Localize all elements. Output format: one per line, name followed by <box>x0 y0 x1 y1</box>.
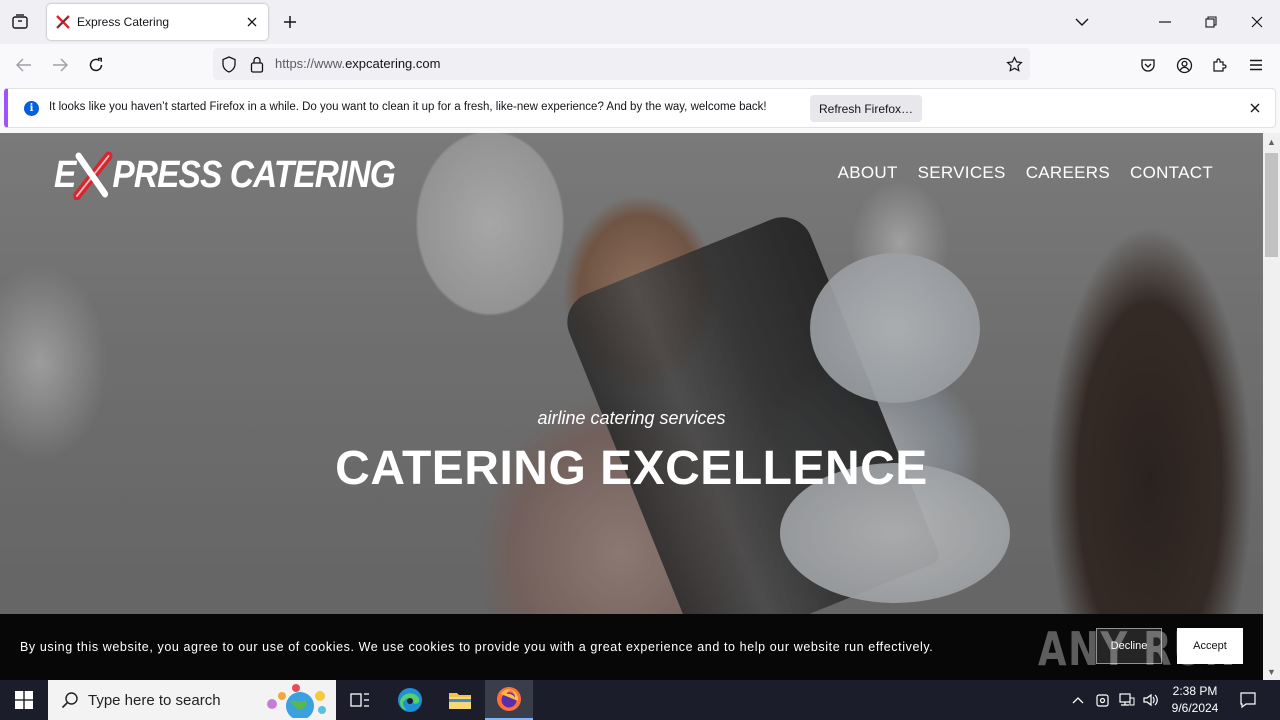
forward-arrow-icon[interactable] <box>47 52 73 78</box>
pocket-icon[interactable] <box>1135 52 1161 78</box>
page-scrollbar[interactable]: ▲ ▼ <box>1263 133 1280 680</box>
volume-icon[interactable] <box>1141 690 1161 710</box>
close-notification-icon[interactable] <box>1245 98 1265 118</box>
tab-strip: Express Catering <box>0 0 1280 44</box>
task-view-icon[interactable] <box>336 680 384 720</box>
url-text[interactable]: https://www.expcatering.com <box>275 56 440 71</box>
file-explorer-icon[interactable] <box>436 680 484 720</box>
nav-link-services[interactable]: SERVICES <box>918 163 1006 183</box>
firefox-view-icon[interactable] <box>8 10 32 34</box>
close-tab-icon[interactable] <box>240 10 264 34</box>
tab-title: Express Catering <box>77 15 170 29</box>
nav-link-careers[interactable]: CAREERS <box>1026 163 1110 183</box>
url-domain: expcatering.com <box>345 56 441 71</box>
tracking-protection-shield-icon[interactable] <box>220 55 238 73</box>
site-favicon-icon <box>55 14 71 30</box>
nav-link-contact[interactable]: CONTACT <box>1130 163 1213 183</box>
close-window-icon[interactable] <box>1241 6 1273 38</box>
minimize-icon[interactable] <box>1149 6 1181 38</box>
restore-icon[interactable] <box>1195 6 1227 38</box>
windows-taskbar: Type here to search 2:38 PM 9/6/2024 <box>0 680 1280 720</box>
windows-start-icon[interactable] <box>0 680 48 720</box>
clock-time: 2:38 PM <box>1172 684 1218 698</box>
search-placeholder: Type here to search <box>88 691 221 709</box>
decline-cookies-button[interactable]: Decline <box>1096 628 1162 664</box>
site-navigation: ABOUT SERVICES CAREERS CONTACT <box>818 163 1213 183</box>
refresh-firefox-button[interactable]: Refresh Firefox… <box>810 95 922 122</box>
url-prefix: https://www. <box>275 56 346 71</box>
search-highlight-illustration-icon <box>267 684 326 718</box>
network-icon[interactable] <box>1117 690 1137 710</box>
logo-text-end: PRESS CATERING <box>112 153 395 196</box>
scroll-up-arrow-icon[interactable]: ▲ <box>1263 133 1280 150</box>
navigation-toolbar: https://www.expcatering.com <box>0 44 1280 85</box>
logo-x-plane-icon <box>73 151 113 200</box>
show-hidden-icons-chevron-icon[interactable] <box>1068 690 1088 710</box>
account-icon[interactable] <box>1171 52 1197 78</box>
action-center-notification-icon[interactable] <box>1236 688 1260 712</box>
cookie-message: By using this website, you agree to our … <box>20 640 934 654</box>
bookmark-star-icon[interactable] <box>1005 55 1023 73</box>
edge-browser-icon[interactable] <box>386 680 434 720</box>
info-icon: i <box>24 101 39 116</box>
back-arrow-icon[interactable] <box>11 52 37 78</box>
list-all-tabs-icon[interactable] <box>1066 6 1098 38</box>
search-icon <box>60 690 80 710</box>
notification-message: It looks like you haven’t started Firefo… <box>49 101 767 113</box>
site-logo[interactable]: E PRESS CATERING <box>54 147 396 203</box>
new-tab-icon[interactable] <box>278 10 302 34</box>
cookie-consent-banner: By using this website, you agree to our … <box>0 614 1263 680</box>
hero-overlay <box>0 133 1263 680</box>
firefox-notification-bar: i It looks like you haven’t started Fire… <box>4 88 1276 128</box>
clock-date: 9/6/2024 <box>1171 701 1219 715</box>
lock-icon[interactable] <box>248 55 266 73</box>
logo-text-start: E <box>54 153 76 196</box>
meet-now-icon[interactable] <box>1093 690 1113 710</box>
web-page: E PRESS CATERING ABOUT SERVICES CAREERS C… <box>0 133 1263 680</box>
firefox-taskbar-icon[interactable] <box>485 680 533 720</box>
browser-tab[interactable]: Express Catering <box>47 4 268 40</box>
reload-icon[interactable] <box>83 52 109 78</box>
url-bar[interactable]: https://www.expcatering.com <box>213 48 1030 80</box>
scroll-down-arrow-icon[interactable]: ▼ <box>1263 663 1280 680</box>
extensions-puzzle-icon[interactable] <box>1207 52 1233 78</box>
hero-title: CATERING EXCELLENCE <box>335 442 928 495</box>
hamburger-menu-icon[interactable] <box>1243 52 1269 78</box>
scrollbar-thumb[interactable] <box>1265 153 1278 257</box>
accept-cookies-button[interactable]: Accept <box>1177 628 1243 664</box>
taskbar-clock[interactable]: 2:38 PM 9/6/2024 <box>1160 683 1230 717</box>
nav-link-about[interactable]: ABOUT <box>838 163 898 183</box>
hero-subtitle: airline catering services <box>537 408 726 428</box>
taskbar-search-box[interactable]: Type here to search <box>48 680 336 720</box>
